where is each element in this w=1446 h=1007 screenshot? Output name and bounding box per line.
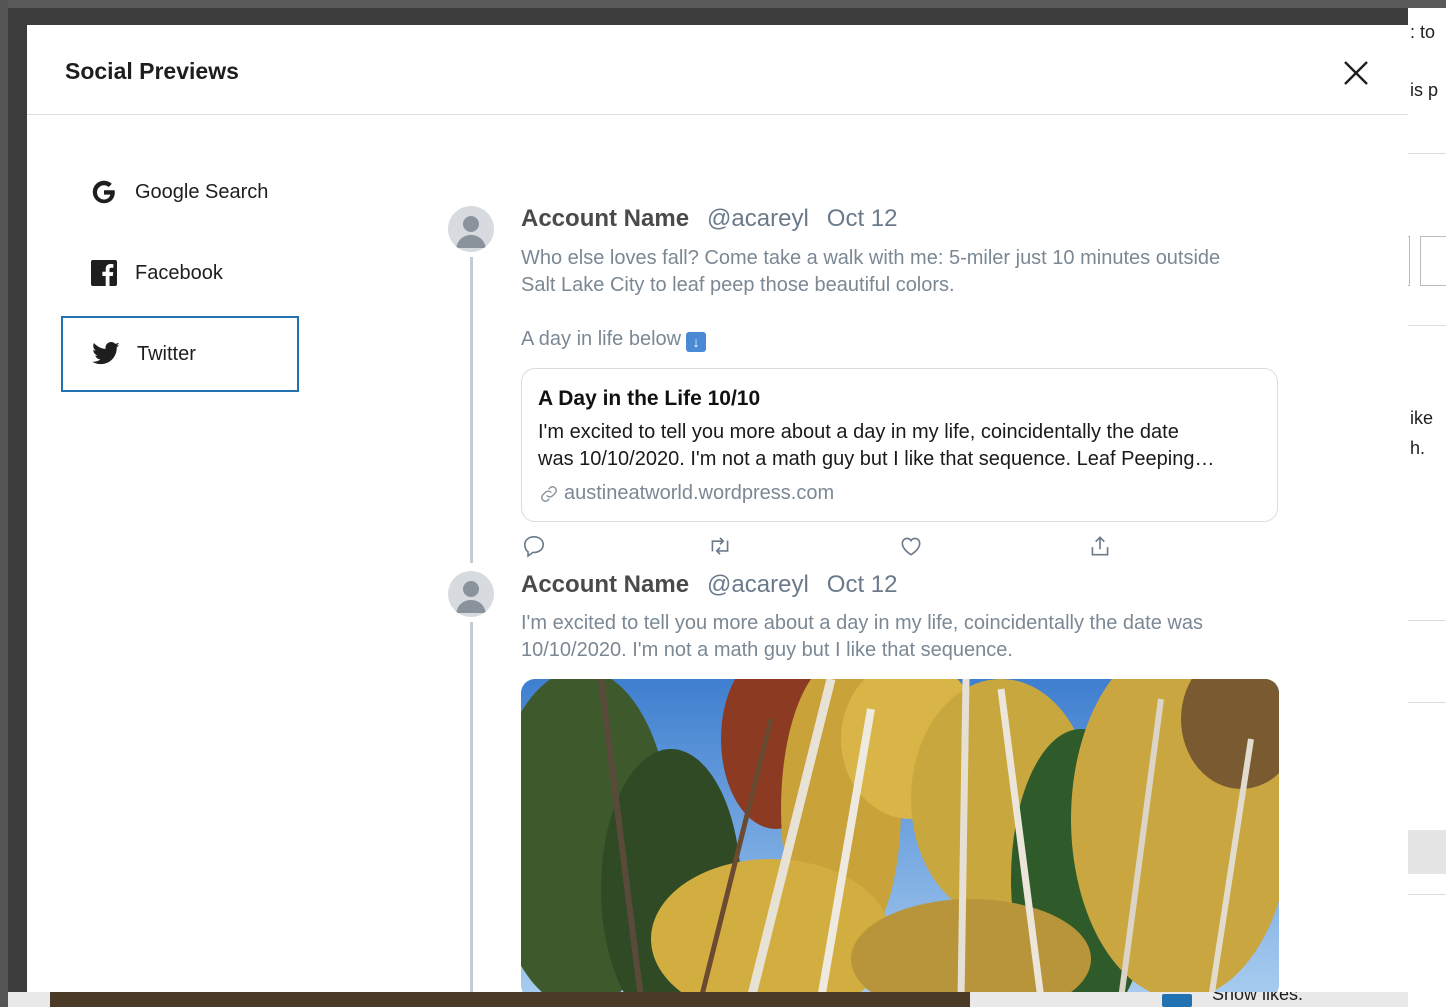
tweet-actions [521, 533, 1141, 561]
account-handle: @acareyl [707, 205, 809, 232]
account-name: Account Name [521, 205, 690, 232]
background-text-fragment: : to [1410, 22, 1436, 42]
tweet-text-line: Salt Lake City to leaf peep those beauti… [521, 274, 955, 296]
card-description-line: was 10/10/2020. I'm not a math guy but I… [538, 448, 1215, 470]
tweet-text: Who else loves fall? Come take a walk wi… [521, 245, 1281, 353]
tweet-text: I'm excited to tell you more about a day… [521, 610, 1281, 664]
reply-icon[interactable] [521, 533, 547, 559]
tweet-date: Oct 12 [826, 205, 898, 232]
backdrop-top [0, 0, 1446, 8]
tweet-header: Account Name @acareyl Oct 12 [521, 205, 897, 233]
tweet-text-line: I'm excited to tell you more about a day… [521, 612, 1203, 634]
tweet-header: Account Name @acareyl Oct 12 [521, 571, 897, 599]
like-icon[interactable] [898, 533, 924, 559]
tweet-photo[interactable] [521, 679, 1279, 992]
tweet-text-fragment: A day in life below [521, 328, 682, 350]
sidebar-item-label: Google Search [135, 180, 269, 203]
sidebar-item-label: Facebook [135, 261, 223, 284]
link-icon [541, 485, 557, 502]
link-preview-card[interactable]: A Day in the Life 10/10 I'm excited to t… [521, 368, 1278, 522]
sidebar-item-twitter[interactable]: Twitter [61, 316, 299, 392]
close-icon [1344, 61, 1368, 85]
sidebar-item-label: Twitter [137, 342, 196, 365]
card-title: A Day in the Life 10/10 [538, 387, 761, 410]
person-icon [456, 216, 486, 248]
modal-title: Social Previews [65, 58, 239, 84]
person-icon [456, 581, 486, 613]
account-handle: @acareyl [707, 571, 809, 598]
twitter-icon [91, 339, 121, 369]
card-description-line: I'm excited to tell you more about a day… [538, 421, 1179, 443]
close-button[interactable] [1336, 53, 1376, 93]
thread-connector [470, 257, 473, 563]
avatar [448, 571, 494, 617]
background-text-fragment: ike [1410, 408, 1434, 428]
card-description: I'm excited to tell you more about a day… [538, 419, 1263, 473]
tweet-text-line: A day in life below ↓ [521, 326, 1281, 353]
modal-header: Social Previews [27, 25, 1408, 115]
thread-connector [470, 622, 473, 992]
background-page-right: : to is p ike h. [1408, 8, 1446, 1007]
tweet-text-line: 10/10/2020. I'm not a math guy but I lik… [521, 639, 1013, 661]
card-url[interactable]: austineatworld.wordpress.com [538, 482, 834, 505]
social-previews-modal: Social Previews Google Search Facebook T… [27, 25, 1408, 992]
tweet-date: Oct 12 [826, 571, 898, 598]
checkbox[interactable] [1162, 994, 1192, 1007]
retweet-icon[interactable] [707, 533, 733, 559]
background-text-fragment: h. [1410, 438, 1426, 458]
background-photo [50, 992, 970, 1007]
sidebar-item-facebook[interactable]: Facebook [61, 235, 299, 311]
background-option-label: Show likes. [1212, 992, 1304, 1004]
account-name: Account Name [521, 571, 690, 598]
background-text-fragment: is p [1410, 80, 1439, 100]
sidebar-item-google-search[interactable]: Google Search [61, 154, 299, 230]
facebook-icon [89, 258, 119, 288]
tweet-text-line: Who else loves fall? Come take a walk wi… [521, 247, 1221, 269]
down-arrow-emoji-icon: ↓ [686, 332, 707, 352]
share-icon[interactable] [1087, 533, 1113, 559]
google-icon [89, 177, 119, 207]
forest-photo-image [521, 679, 1279, 992]
background-page-bottom: Show likes. [8, 992, 1408, 1007]
card-url-text: austineatworld.wordpress.com [564, 482, 835, 504]
backdrop-left [0, 0, 8, 1007]
avatar [448, 206, 494, 252]
